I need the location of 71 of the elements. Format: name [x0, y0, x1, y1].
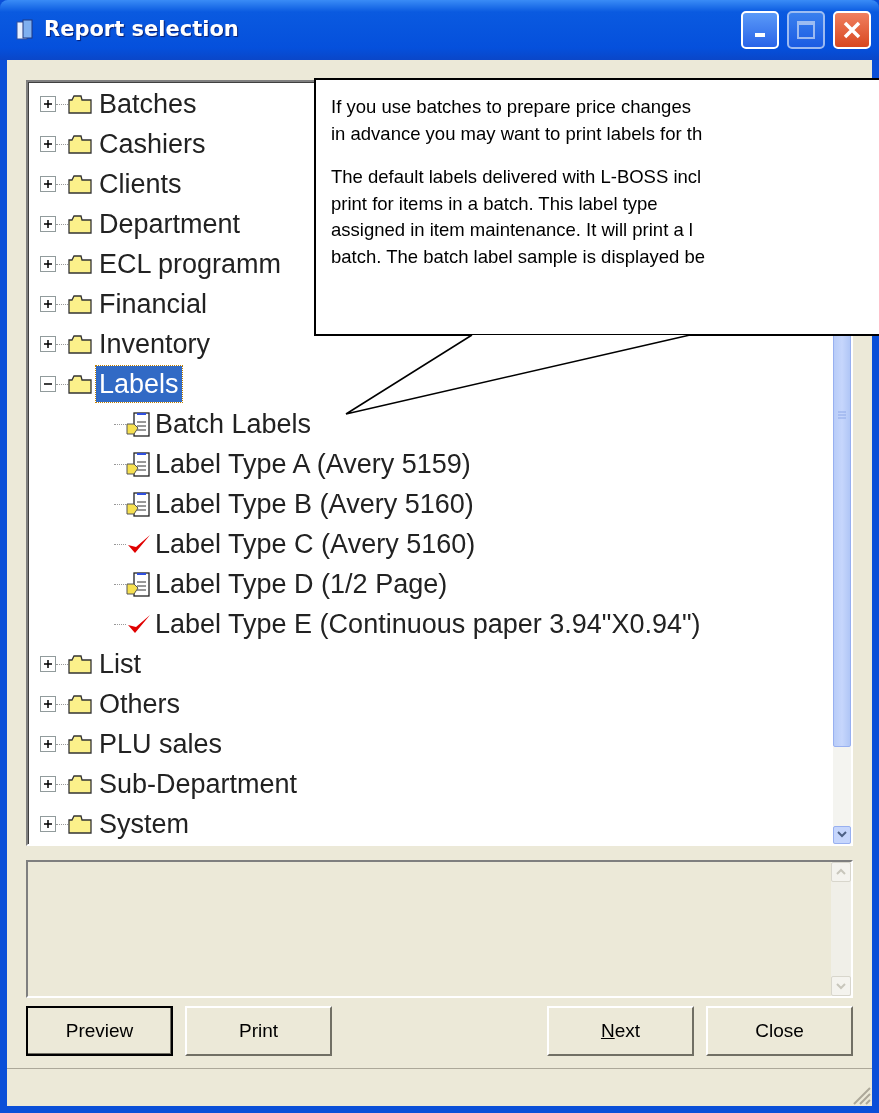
expand-icon[interactable]: [40, 176, 56, 192]
folder-icon: [68, 694, 92, 714]
minimize-icon: [755, 33, 765, 37]
callout-text: assigned in item maintenance. It will print a l: [331, 218, 694, 242]
report-icon: [126, 450, 152, 478]
callout-text: batch. The batch label sample is displayed be: [331, 244, 706, 269]
folder-icon: [68, 734, 92, 754]
expand-icon[interactable]: [40, 256, 56, 272]
folder-icon: [68, 254, 92, 274]
expand-icon[interactable]: [40, 296, 56, 312]
expand-icon[interactable]: [40, 696, 56, 712]
tree-item[interactable]: Label Type A (Avery 5159): [152, 446, 474, 482]
folder-icon: [68, 174, 92, 194]
tree-item[interactable]: Batch Labels: [152, 406, 315, 442]
folder-icon: [68, 294, 92, 314]
expand-icon[interactable]: [40, 336, 56, 352]
chevron-up-icon: [836, 868, 846, 876]
expand-icon[interactable]: [40, 776, 56, 792]
folder-icon: [68, 94, 92, 114]
tree-item[interactable]: Label Type C (Avery 5160): [152, 526, 479, 562]
callout-text: The default labels delivered with L-BOSS incl: [331, 165, 703, 189]
report-icon: [126, 490, 152, 518]
dialog-button[interactable]: Print: [185, 1006, 332, 1056]
expand-icon[interactable]: [40, 96, 56, 112]
expand-icon[interactable]: [40, 136, 56, 152]
tree-item[interactable]: Others: [96, 686, 184, 722]
dialog-button[interactable]: Preview: [26, 1006, 173, 1056]
callout-text: in advance you may want to print labels for th: [331, 121, 704, 146]
expand-icon[interactable]: [40, 216, 56, 232]
callout-text: print for items in a batch. This label type: [331, 191, 659, 216]
tree-item[interactable]: Sub-Department: [96, 766, 301, 802]
folder-icon: [68, 814, 92, 834]
minimize-button[interactable]: [741, 11, 779, 49]
tree-item[interactable]: Department: [96, 206, 244, 242]
tree-item[interactable]: Batches: [96, 86, 200, 122]
chevron-down-icon: [837, 831, 847, 839]
collapse-icon[interactable]: [40, 376, 56, 392]
tree-item[interactable]: ECL programm: [96, 246, 285, 282]
tree-item[interactable]: PLU sales: [96, 726, 226, 762]
window-title: Report selection: [44, 16, 240, 44]
app-icon: [14, 18, 36, 42]
tree-item[interactable]: System: [96, 806, 193, 842]
tree-item[interactable]: Labels: [96, 366, 182, 402]
tree-item[interactable]: Label Type D (1/2 Page): [152, 566, 451, 602]
maximize-button[interactable]: [787, 11, 825, 49]
folder-icon: [68, 214, 92, 234]
folder-icon: [68, 654, 92, 674]
folder-icon: [68, 134, 92, 154]
callout-text: If you use batches to prepare price changes: [331, 95, 692, 119]
tree-item[interactable]: Cashiers: [96, 126, 209, 162]
maximize-icon: [796, 20, 816, 40]
tree-item[interactable]: Clients: [96, 166, 185, 202]
report-icon: [126, 570, 152, 598]
chevron-down-icon: [836, 982, 846, 990]
folder-icon: [68, 774, 92, 794]
tree-item[interactable]: List: [96, 646, 145, 682]
scroll-down-button[interactable]: [833, 826, 851, 844]
tree-item[interactable]: Financial: [96, 286, 211, 322]
folder-icon: [68, 334, 92, 354]
expand-icon[interactable]: [40, 816, 56, 832]
folder-icon: [68, 374, 92, 394]
tree-item[interactable]: Inventory: [96, 326, 214, 362]
dialog-button[interactable]: Close: [706, 1006, 853, 1056]
report-icon: [126, 410, 152, 438]
close-icon: [842, 20, 862, 40]
expand-icon[interactable]: [40, 656, 56, 672]
dialog-button[interactable]: Next: [547, 1006, 694, 1056]
close-button[interactable]: [833, 11, 871, 49]
expand-icon[interactable]: [40, 736, 56, 752]
tree-item[interactable]: Label Type B (Avery 5160): [152, 486, 477, 522]
tree-item[interactable]: Label Type E (Continuous paper 3.94"X0.94"): [152, 606, 704, 642]
